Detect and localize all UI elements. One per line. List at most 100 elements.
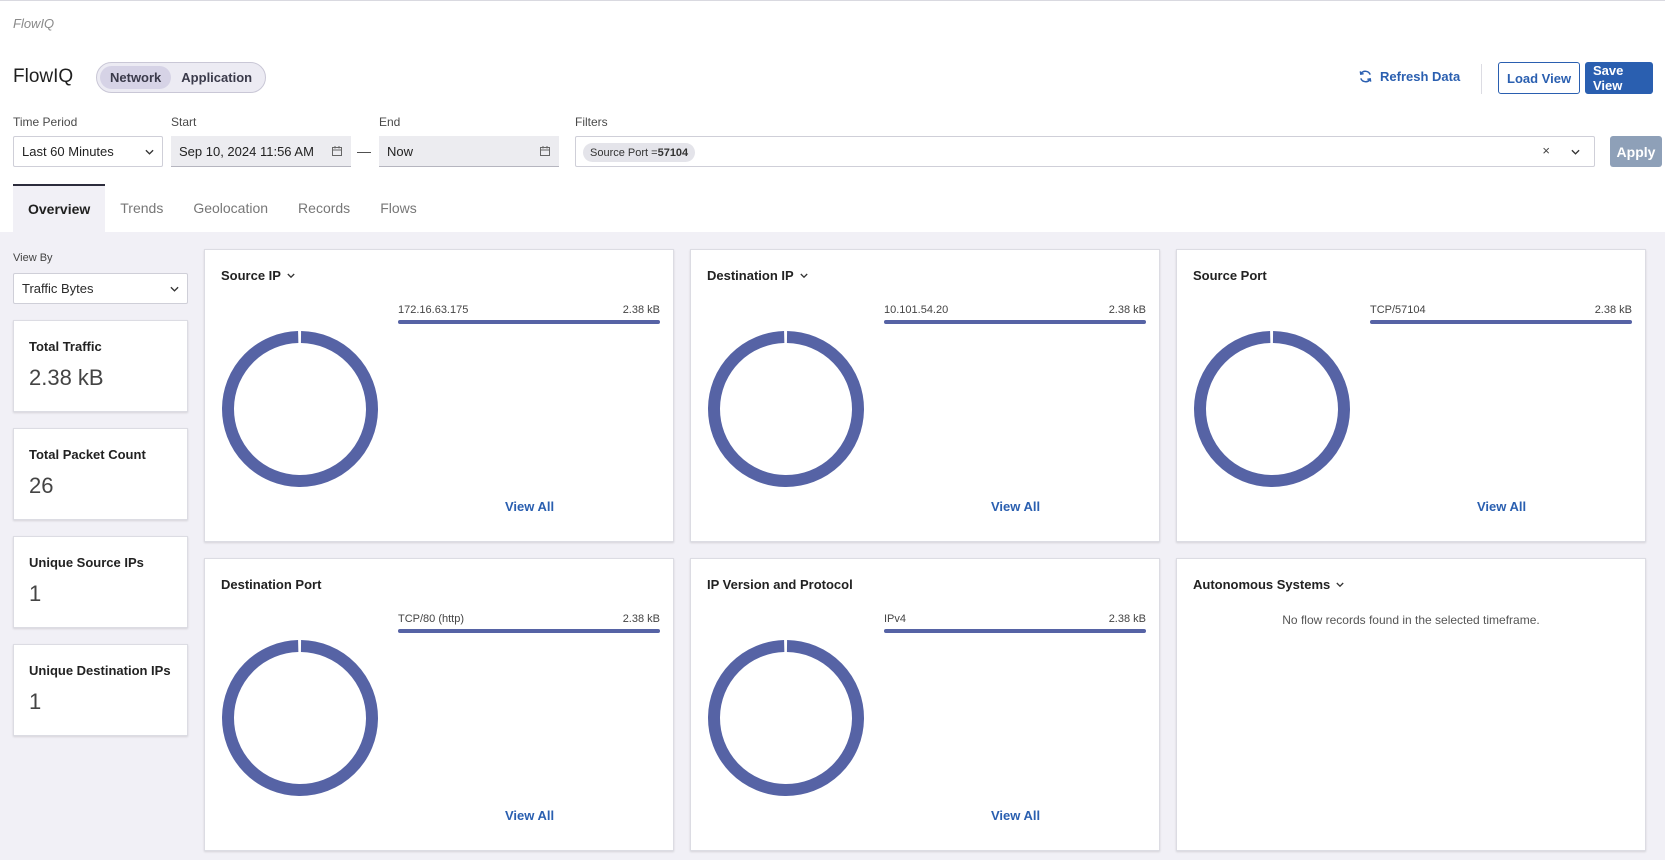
card-title-text: Autonomous Systems (1193, 577, 1331, 592)
stat-card-total-packet-count: Total Packet Count 26 (13, 428, 188, 520)
bar-row[interactable]: IPv4 2.38 kB (884, 613, 1146, 633)
bar-row[interactable]: TCP/80 (http) 2.38 kB (398, 613, 660, 633)
clear-filters-icon[interactable]: × (1542, 143, 1550, 158)
refresh-data-button[interactable]: Refresh Data (1358, 69, 1460, 84)
bar-row[interactable]: 10.101.54.20 2.38 kB (884, 304, 1146, 324)
bar-row[interactable]: TCP/57104 2.38 kB (1370, 304, 1632, 324)
mode-toggle: Network Application (96, 62, 267, 93)
donut-slice[interactable] (222, 331, 378, 487)
bar-item-value: 2.38 kB (622, 613, 660, 625)
card-title-text: Destination Port (221, 577, 322, 592)
card-title: IP Version and Protocol (707, 577, 853, 592)
chevron-down-icon[interactable] (800, 273, 808, 279)
save-view-button[interactable]: Save View (1585, 62, 1653, 94)
chevron-down-icon (145, 149, 154, 155)
filter-chip[interactable]: Source Port = 57104 (583, 143, 696, 162)
chevron-down-icon[interactable] (287, 273, 295, 279)
apply-button[interactable]: Apply (1610, 136, 1662, 167)
top-border (0, 0, 1665, 1)
bar-row[interactable]: 172.16.63.175 2.38 kB (398, 304, 660, 324)
bar-fill (884, 629, 1146, 633)
view-all-link[interactable]: View All (991, 499, 1040, 514)
tab-records[interactable]: Records (283, 184, 365, 232)
bar-item-value: 2.38 kB (1108, 613, 1146, 625)
view-all-link[interactable]: View All (505, 808, 554, 823)
app-title: FlowIQ (13, 66, 74, 87)
stat-value: 1 (29, 689, 42, 714)
donut-slice[interactable] (708, 640, 864, 797)
refresh-icon (1359, 70, 1372, 83)
bar-track (398, 629, 660, 633)
donut-chart (222, 331, 378, 487)
card-destination-ip: Destination IP 10.101.54.20 2.38 kB View Al… (690, 249, 1160, 542)
app-label: FlowIQ (13, 16, 55, 31)
tab-geolocation[interactable]: Geolocation (178, 184, 283, 232)
refresh-label: Refresh Data (1380, 69, 1461, 84)
chevron-down-icon[interactable] (1571, 149, 1580, 156)
stat-value: 1 (29, 581, 42, 606)
donut-slice[interactable] (708, 331, 864, 487)
view-all-link[interactable]: View All (991, 808, 1040, 823)
start-date-value: Sep 10, 2024 11:56 AM (179, 143, 314, 159)
stat-title: Unique Source IPs (29, 555, 144, 570)
bar-item-value: 2.38 kB (622, 304, 660, 316)
chevron-down-icon[interactable] (1336, 582, 1344, 588)
bar-row-labels: 10.101.54.20 2.38 kB (884, 304, 1146, 316)
bar-item-value: 2.38 kB (1108, 304, 1146, 316)
card-title-text: IP Version and Protocol (707, 577, 853, 592)
card-autonomous-systems: Autonomous Systems No flow records found … (1176, 558, 1646, 851)
time-period-label: Time Period (13, 115, 78, 129)
filters-input[interactable]: Source Port = 57104 × (575, 136, 1595, 167)
view-all-link[interactable]: View All (1477, 499, 1526, 514)
card-title: Source Port (1193, 268, 1267, 283)
view-by-select[interactable]: Traffic Bytes (13, 273, 188, 304)
bar-track (884, 629, 1146, 633)
card-title-text: Source IP (221, 268, 281, 283)
stat-value: 26 (29, 473, 54, 498)
donut-slice[interactable] (222, 640, 378, 797)
tab-bar: Overview Trends Geolocation Records Flow… (13, 184, 432, 232)
card-title: Destination Port (221, 577, 321, 592)
segment-application[interactable]: Application (171, 66, 262, 89)
calendar-icon (332, 146, 342, 156)
tab-overview[interactable]: Overview (13, 184, 106, 232)
view-by-label: View By (13, 252, 53, 264)
tab-trends[interactable]: Trends (105, 184, 178, 232)
start-date-input[interactable]: Sep 10, 2024 11:56 AM (171, 136, 351, 167)
stat-card-unique-source-ips: Unique Source IPs 1 (13, 536, 188, 628)
tab-flows[interactable]: Flows (365, 184, 432, 232)
card-title[interactable]: Destination IP (707, 268, 808, 283)
bar-item-label: 172.16.63.175 (398, 304, 469, 316)
bar-item-value: 2.38 kB (1594, 304, 1632, 316)
bar-track (398, 320, 660, 324)
donut-slice[interactable] (1194, 331, 1350, 487)
card-source-ip: Source IP 172.16.63.175 2.38 kB View All (204, 249, 674, 542)
bar-row-labels: TCP/57104 2.38 kB (1370, 304, 1632, 316)
time-period-value: Last 60 Minutes (22, 144, 114, 159)
card-title[interactable]: Source IP (221, 268, 295, 283)
load-view-button[interactable]: Load View (1498, 62, 1581, 94)
card-title[interactable]: Autonomous Systems (1193, 577, 1344, 592)
time-period-select[interactable]: Last 60 Minutes (13, 136, 163, 167)
bar-fill (884, 320, 1146, 324)
donut-chart (708, 331, 864, 487)
end-label: End (379, 115, 401, 129)
bar-fill (398, 320, 660, 324)
end-date-input[interactable]: Now (379, 136, 559, 167)
segment-network[interactable]: Network (100, 66, 172, 89)
bar-item-label: TCP/80 (http) (398, 613, 465, 625)
calendar-icon (540, 146, 550, 156)
card-title-text: Destination IP (707, 268, 794, 283)
view-all-link[interactable]: View All (505, 499, 554, 514)
chevron-down-icon (170, 286, 179, 292)
header-divider (1481, 64, 1482, 94)
filter-chip-value: 57104 (657, 146, 689, 159)
stat-title: Total Traffic (29, 339, 102, 354)
overview-panel: View By Traffic Bytes Total Traffic 2.38… (0, 232, 1665, 860)
empty-state-message: No flow records found in the selected ti… (1282, 613, 1540, 627)
stat-title: Total Packet Count (29, 447, 146, 462)
header: FlowIQ Network Application Refresh Data … (13, 62, 1653, 98)
start-label: Start (171, 115, 197, 129)
range-separator: — (357, 143, 371, 159)
stat-card-total-traffic: Total Traffic 2.38 kB (13, 320, 188, 412)
